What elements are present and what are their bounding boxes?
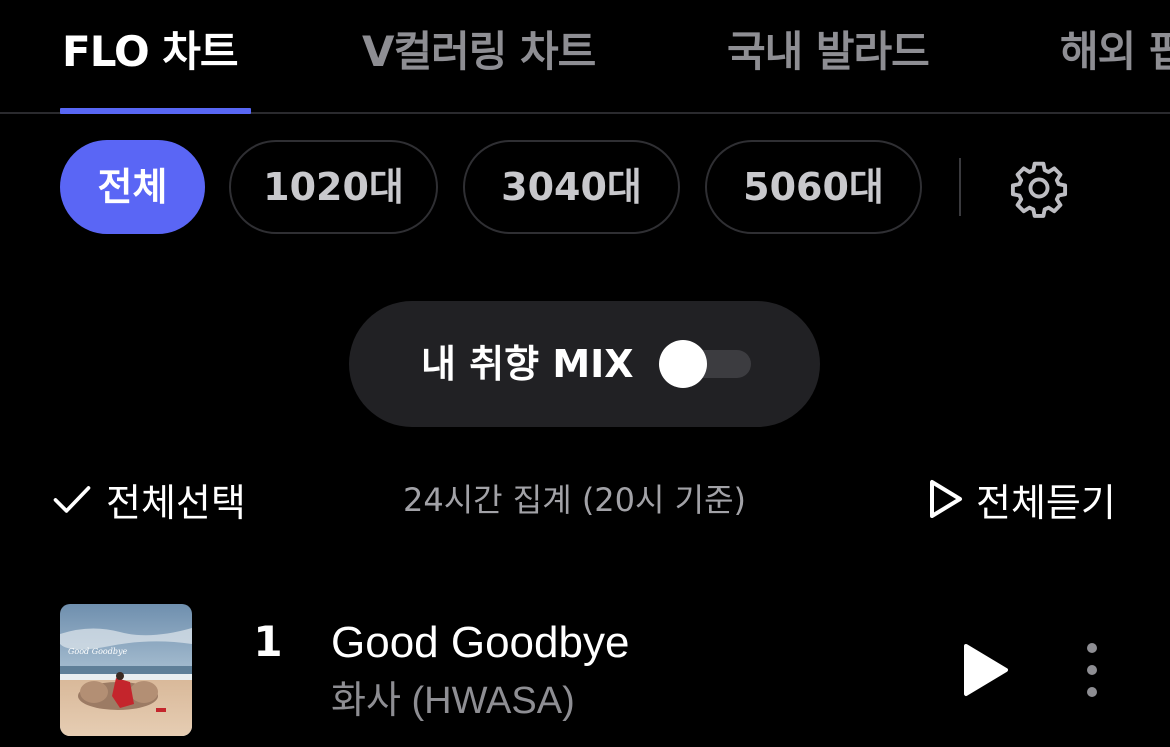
flo-chart-screen: FLO 차트 V컬러링 차트 국내 발라드 해외 팝 전체 1020대 3040… [0,0,1170,747]
more-vertical-icon [1087,643,1097,697]
track-rank: 1 [253,617,283,666]
tab-overseas-pop[interactable]: 해외 팝 [1060,24,1170,80]
play-all-label: 전체듣기 [976,480,1116,525]
toggle-knob [659,340,707,388]
track-artist[interactable]: 화사 (HWASA) [331,678,575,724]
filter-chip-all[interactable]: 전체 [60,140,205,234]
play-outline-icon [930,480,962,518]
settings-button[interactable] [1008,157,1070,219]
track-play-button[interactable] [960,642,1010,698]
tab-vcoloring-chart[interactable]: V컬러링 차트 [362,24,596,80]
filter-chip-5060[interactable]: 5060대 [705,140,922,234]
track-more-button[interactable] [1078,640,1106,700]
filter-divider [959,158,961,216]
chart-tab-bar: FLO 차트 V컬러링 차트 국내 발라드 해외 팝 [0,0,1170,114]
filter-chip-1020[interactable]: 1020대 [229,140,438,234]
album-cover-image: Good Goodbye [60,604,192,736]
track-title[interactable]: Good Goodbye [331,616,629,670]
track-row[interactable]: Good Goodbye 1 Good Goodbye 화사 (HWASA) [0,596,1170,747]
check-icon [53,486,91,513]
taste-mix-toggle[interactable] [659,340,751,388]
active-tab-indicator [60,108,251,114]
album-art[interactable]: Good Goodbye [60,604,192,736]
album-cover-handwriting: Good Goodbye [68,647,127,656]
select-all-label: 전체선택 [106,480,246,525]
tab-domestic-ballad[interactable]: 국내 발라드 [727,24,930,80]
select-all-button[interactable]: 전체선택 [50,474,246,525]
tab-flo-chart[interactable]: FLO 차트 [62,24,239,80]
taste-mix-label: 내 취향 MIX [421,342,634,386]
gear-icon [1010,161,1068,218]
aggregate-info: 24시간 집계 (20시 기준) [403,481,747,519]
play-all-button[interactable]: 전체듣기 [926,474,1116,525]
filter-chip-3040[interactable]: 3040대 [463,140,680,234]
play-icon [964,644,1008,696]
taste-mix-pill: 내 취향 MIX [349,301,820,427]
